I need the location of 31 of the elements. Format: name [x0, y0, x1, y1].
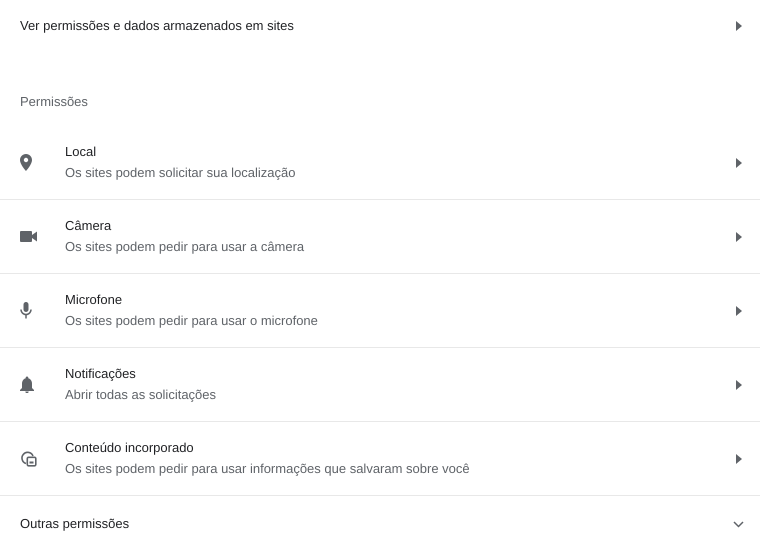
permission-title: Local [65, 144, 98, 160]
permission-row[interactable]: Microfone Os sites podem pedir para usar o microfone [0, 274, 760, 348]
arrow-right-icon [736, 454, 742, 464]
permission-description: Os sites podem solicitar sua localização [65, 165, 296, 181]
arrow-right-icon [736, 232, 742, 242]
permission-row[interactable]: Conteúdo incorporado Os sites podem pedir para usar informações que salvaram sobre você [0, 422, 760, 496]
site-settings-row[interactable]: Ver permissões e dados armazenados em sites [0, 0, 760, 52]
row-label: Outras permissões [20, 515, 130, 534]
arrow-right-icon [736, 21, 742, 31]
permission-title: Conteúdo incorporado [65, 440, 195, 456]
microphone-icon [20, 302, 32, 319]
permission-title: Microfone [65, 292, 124, 308]
location-pin-icon [20, 154, 32, 171]
video-camera-icon [20, 231, 37, 242]
permission-title: Notificações [65, 366, 137, 382]
permission-description: Os sites podem pedir para usar a câmera [65, 239, 306, 255]
permission-description: Abrir todas as solicitações [65, 387, 218, 403]
row-label: Ver permissões e dados armazenados em sites [20, 17, 294, 36]
arrow-right-icon [736, 306, 742, 316]
permission-title: Câmera [65, 218, 112, 234]
permission-row[interactable]: Local Os sites podem solicitar sua localização [0, 126, 760, 200]
other-permissions-row[interactable]: Outras permissões [0, 496, 760, 551]
permission-row[interactable]: Câmera Os sites podem pedir para usar a câmera [0, 200, 760, 274]
arrow-right-icon [736, 380, 742, 390]
permission-description: Os sites podem pedir para usar informações que salvaram sobre você [65, 461, 471, 477]
arrow-right-icon [736, 158, 742, 168]
embedded-content-icon [20, 450, 37, 467]
permission-row[interactable]: Notificações Abrir todas as solicitações [0, 348, 760, 422]
section-heading: Permissões [20, 94, 88, 110]
permission-description: Os sites podem pedir para usar o microfone [65, 313, 319, 329]
bell-icon [20, 376, 34, 393]
